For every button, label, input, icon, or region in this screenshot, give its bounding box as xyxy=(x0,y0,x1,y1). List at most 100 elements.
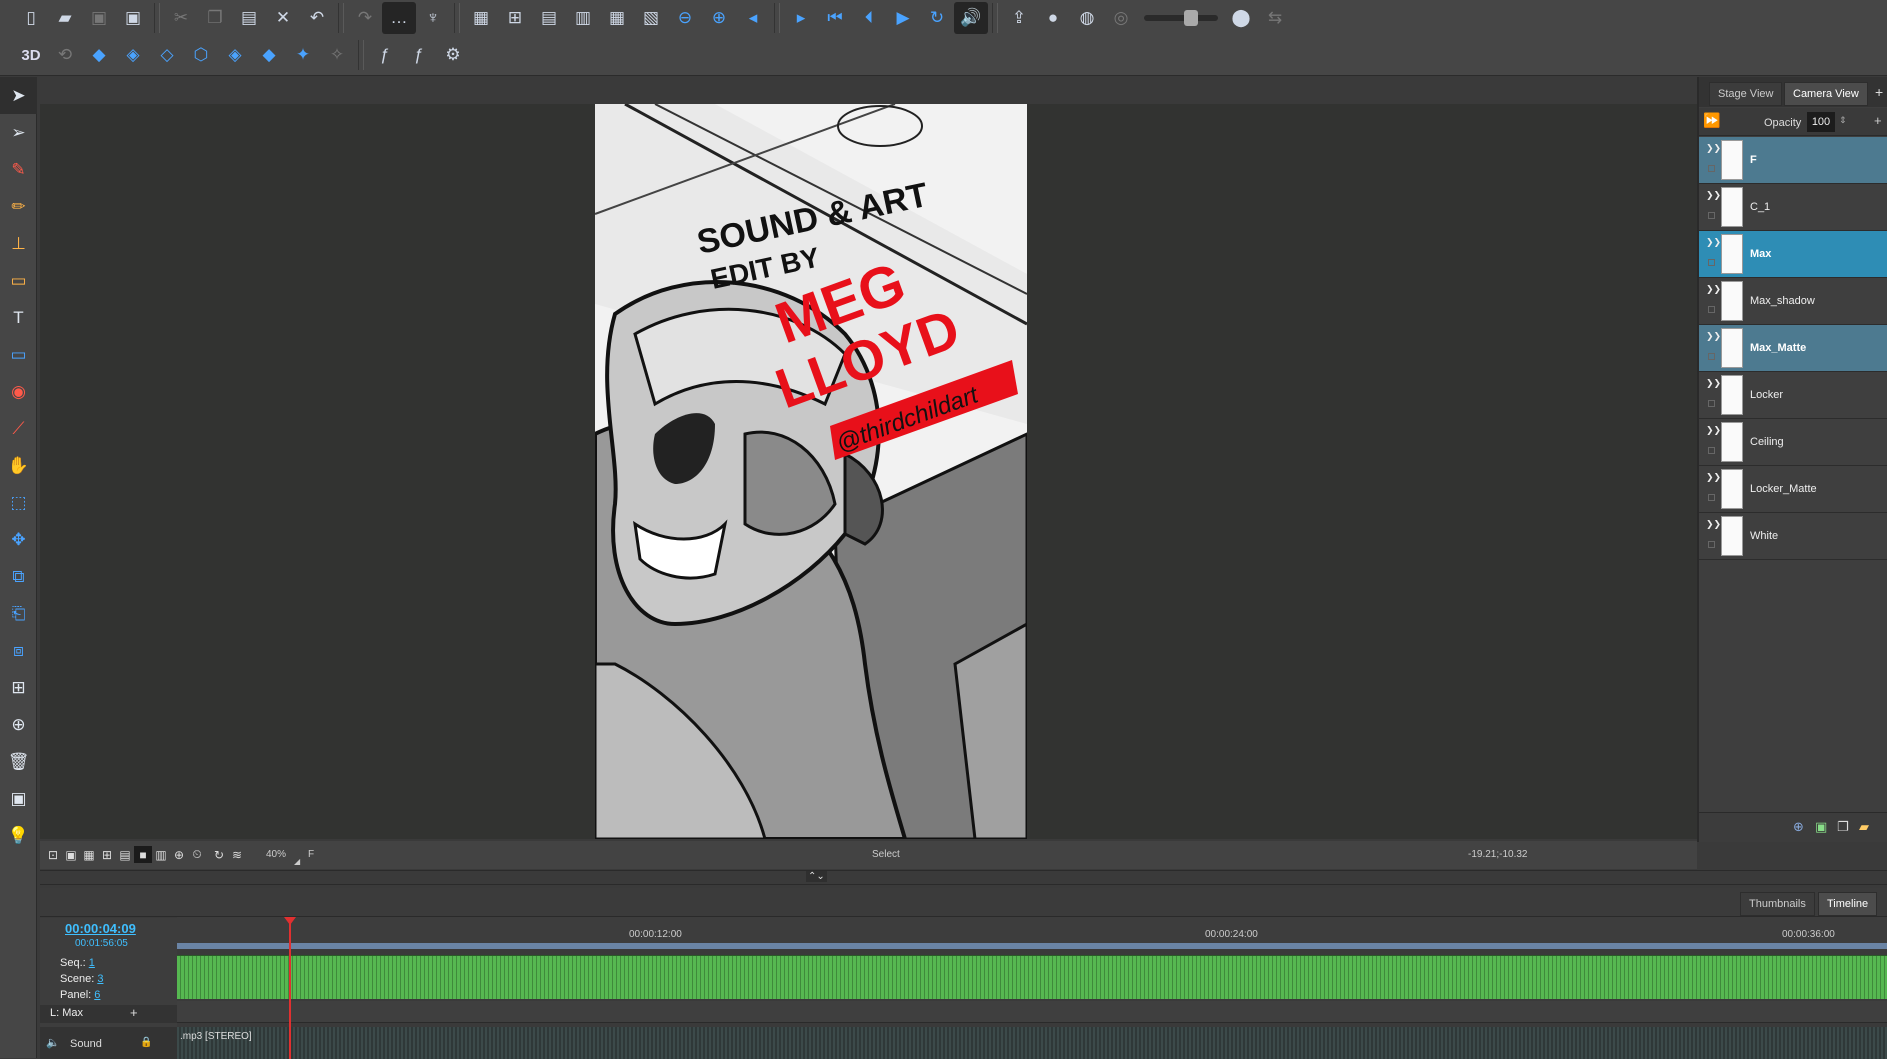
layer-row[interactable]: ❯❯ Locker_Matte xyxy=(1699,466,1887,513)
layer-row[interactable]: ❯❯ F xyxy=(1699,137,1887,184)
layer-transform-icon[interactable]: ✦ xyxy=(286,39,320,71)
first-frame-icon[interactable]: ⏮ xyxy=(818,2,852,34)
delete-icon[interactable]: ✕ xyxy=(266,2,300,34)
loop-icon[interactable]: ↻ xyxy=(920,2,954,34)
visibility-icon[interactable]: ❯❯ xyxy=(1706,190,1721,201)
paste-icon[interactable]: ▤ xyxy=(232,2,266,34)
layer-row[interactable]: ❯❯ C_1 xyxy=(1699,184,1887,231)
add-layer-icon[interactable]: ⊞ xyxy=(0,669,37,706)
next-panel-icon[interactable]: ▸ xyxy=(784,2,818,34)
tab-stage-view[interactable]: Stage View xyxy=(1709,82,1783,106)
table-view-icon[interactable]: ▥ xyxy=(152,846,170,863)
duplicate-layer-icon[interactable]: ❐ xyxy=(1837,819,1849,835)
save-all-icon[interactable]: ▣ xyxy=(116,2,150,34)
lock-toggle-icon[interactable] xyxy=(1708,447,1715,454)
record-icon[interactable]: ● xyxy=(1036,2,1070,34)
function-2-icon[interactable]: ƒ xyxy=(402,39,436,71)
sound-track[interactable] xyxy=(177,1027,1887,1059)
layer-row[interactable]: ❯❯ Ceiling xyxy=(1699,419,1887,466)
onion-icon[interactable]: ◍ xyxy=(1070,2,1104,34)
open-folder-icon[interactable]: ▰ xyxy=(48,2,82,34)
playhead-handle-icon[interactable] xyxy=(284,917,296,925)
add-layer-track-icon[interactable]: + xyxy=(130,1005,138,1020)
zoom-level[interactable]: 40% xyxy=(266,849,286,860)
lock-toggle-icon[interactable] xyxy=(1708,165,1715,172)
lock-toggle-icon[interactable] xyxy=(1708,541,1715,548)
layer-track[interactable] xyxy=(177,1001,1887,1023)
visibility-icon[interactable]: ❯❯ xyxy=(1706,425,1721,436)
settings-icon[interactable]: ⚙ xyxy=(436,39,470,71)
layer-move-icon[interactable]: ✧ xyxy=(320,39,354,71)
undo-icon[interactable]: ↶ xyxy=(300,2,334,34)
direct-select-icon[interactable]: ➢ xyxy=(0,114,37,151)
brush-icon[interactable]: ✎ xyxy=(0,151,37,188)
crop-icon[interactable]: ▧ xyxy=(634,2,668,34)
visibility-icon[interactable]: ❯❯ xyxy=(1706,143,1721,154)
visibility-icon[interactable]: ❯❯ xyxy=(1706,519,1721,530)
panel-value[interactable]: 6 xyxy=(94,989,100,1001)
visibility-icon[interactable]: ❯❯ xyxy=(1706,472,1721,483)
layer-folder-icon[interactable]: ▰ xyxy=(1859,819,1869,835)
add-bitmap-layer-icon[interactable]: ▣ xyxy=(1815,819,1827,835)
pivot-icon[interactable]: ✥ xyxy=(0,521,37,558)
layer-copy-icon[interactable]: ◈ xyxy=(116,39,150,71)
visibility-icon[interactable]: ❯❯ xyxy=(1706,284,1721,295)
3d-rotate-icon[interactable]: ⟲ xyxy=(48,39,82,71)
lock-icon[interactable]: 🔒 xyxy=(140,1037,152,1048)
safe-area-icon[interactable]: ▣ xyxy=(62,846,80,863)
crop-tool-icon[interactable]: ⧉ xyxy=(0,558,37,595)
copy-icon[interactable]: ❐ xyxy=(198,2,232,34)
trash-icon[interactable]: 🗑 xyxy=(0,743,37,780)
rectangle-icon[interactable]: ▭ xyxy=(0,336,37,373)
timecode-view-icon[interactable]: ⏲ xyxy=(188,846,206,863)
save-disabled-icon[interactable]: ▣ xyxy=(82,2,116,34)
layer-row[interactable]: ❯❯ Max_shadow xyxy=(1699,278,1887,325)
tab-camera-view[interactable]: Camera View xyxy=(1784,82,1868,106)
tree-icon[interactable]: ♆ xyxy=(416,2,450,34)
visibility-icon[interactable]: ❯❯ xyxy=(1706,378,1721,389)
layer-add-icon[interactable]: ◆ xyxy=(82,39,116,71)
share-icon[interactable]: ⇪ xyxy=(1002,2,1036,34)
camera-mic-icon[interactable]: ⬤ xyxy=(1224,2,1258,34)
speaker-icon[interactable]: 🔈 xyxy=(46,1036,60,1049)
transform-icon[interactable]: ⬚ xyxy=(0,484,37,521)
current-timecode[interactable]: 00:00:04:09 xyxy=(65,921,136,936)
clipboard-icon[interactable]: ▣ xyxy=(0,780,37,817)
grid-3-icon[interactable]: ▤ xyxy=(532,2,566,34)
splitter-bar[interactable] xyxy=(40,871,1887,885)
camera-tool-icon[interactable]: ⎗ xyxy=(0,595,37,632)
opacity-input[interactable]: 100 xyxy=(1807,112,1835,132)
onion-skin-toggle-icon[interactable]: ≋ xyxy=(228,846,246,863)
grid-16-icon[interactable]: ▤ xyxy=(116,846,134,863)
layer-flip-icon[interactable]: ⬡ xyxy=(184,39,218,71)
add-panel-icon[interactable]: ⊕ xyxy=(0,706,37,743)
layout-icon[interactable]: ▥ xyxy=(566,2,600,34)
camera-mask-icon[interactable]: ■ xyxy=(134,846,152,863)
zoom-out-icon[interactable]: ⊖ xyxy=(668,2,702,34)
prev-frame-icon[interactable]: ⏴ xyxy=(852,2,886,34)
prev-panel-icon[interactable]: ◂ xyxy=(736,2,770,34)
zoom-in-icon[interactable]: ⊕ xyxy=(702,2,736,34)
opacity-stepper-icon[interactable]: ⇕ xyxy=(1839,115,1847,126)
layer-tool-icon[interactable]: ⧈ xyxy=(0,632,37,669)
lock-toggle-icon[interactable] xyxy=(1708,494,1715,501)
grid-icon[interactable]: ▦ xyxy=(464,2,498,34)
reset-rotation-icon[interactable]: ↻ xyxy=(210,846,228,863)
play-icon[interactable]: ▶ xyxy=(886,2,920,34)
fit-view-icon[interactable]: ⊡ xyxy=(44,846,62,863)
add-tab-button[interactable]: + xyxy=(1875,84,1883,100)
function-icon[interactable]: ƒ xyxy=(368,39,402,71)
volume-icon[interactable]: 🔊 xyxy=(954,2,988,34)
lightbulb-icon[interactable]: 💡 xyxy=(0,817,37,854)
tab-timeline[interactable]: Timeline xyxy=(1818,892,1878,916)
expand-collapse-icon[interactable]: ⌃⌄ xyxy=(806,871,827,882)
paint-bucket-icon[interactable]: ◉ xyxy=(0,373,37,410)
pivot-view-icon[interactable]: ⊕ xyxy=(170,846,188,863)
grid-view-icon[interactable]: ▦ xyxy=(80,846,98,863)
lock-toggle-icon[interactable] xyxy=(1708,306,1715,313)
camera-frame[interactable]: SOUND & ART EDIT BY MEG LLOYD @thirdchil… xyxy=(595,104,1027,839)
grid-12-icon[interactable]: ⊞ xyxy=(98,846,116,863)
onion-skin-icon[interactable]: ◎ xyxy=(1104,2,1138,34)
visibility-icon[interactable]: ❯❯ xyxy=(1706,237,1721,248)
zoom-dropdown-icon[interactable]: ◢ xyxy=(294,857,300,866)
